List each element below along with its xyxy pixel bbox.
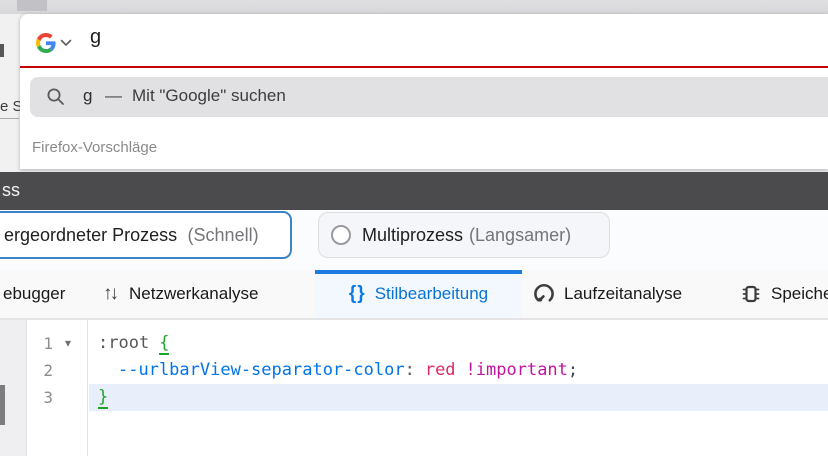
suggestion-dash: — (105, 86, 122, 106)
search-suggestion-row[interactable]: g — Mit "Google" suchen (30, 77, 828, 117)
scrollbar-thumb[interactable] (0, 385, 5, 425)
arrows-up-down-icon: ↑↓ (103, 283, 116, 305)
chevron-down-icon[interactable] (60, 39, 72, 47)
dialog-heading-text-fragment: ss (2, 180, 20, 201)
code-line-3-active[interactable]: } (89, 384, 828, 411)
tab-style-editor[interactable]: {} Stilbearbeitung (315, 270, 522, 318)
urlbar-typed-text[interactable]: g (90, 26, 101, 49)
option-parent-process-label: ergeordneter Prozess (4, 225, 177, 245)
open-brace: { (159, 333, 169, 355)
dialog-heading-bar: ss (0, 172, 828, 210)
line-number: 3 (27, 384, 53, 411)
tab-style-editor-label: Stilbearbeitung (375, 284, 488, 304)
style-editor-pane: 1 ▾ 2 3 :root { --urlbarView-separator-co… (0, 320, 828, 456)
gutter-row-3: 3 (27, 384, 87, 411)
gutter-row-1: 1 ▾ (27, 330, 87, 357)
window-top-edge (0, 0, 828, 14)
css-semicolon: ; (568, 360, 578, 380)
urlbar-dropdown-panel: g g — Mit "Google" suchen Firefox-Vorsch… (20, 14, 828, 169)
code-line-2[interactable]: --urlbarView-separator-color: red !importa… (89, 357, 828, 384)
clipped-page-underline (0, 118, 19, 119)
css-colon: : (405, 360, 415, 380)
fold-caret-icon[interactable]: ▾ (65, 330, 71, 357)
braces-icon: {} (349, 283, 366, 305)
line-number: 1 (27, 330, 53, 357)
tab-debugger[interactable]: ebugger (3, 270, 65, 318)
tab-network-label: Netzwerkanalyse (129, 284, 258, 304)
option-parent-process-hint: (Schnell) (188, 225, 259, 245)
css-value: red (425, 360, 456, 380)
clipped-glyph-mark (0, 44, 4, 57)
option-multiprocess-label: Multiprozess (362, 225, 463, 246)
option-multiprocess-hint: (Langsamer) (469, 225, 571, 246)
close-brace: } (98, 387, 108, 409)
devtools-tab-bar: ebugger ↑↓ Netzwerkanalyse {} Stilbearbe… (0, 270, 828, 320)
window-top-edge-shade (17, 0, 47, 11)
stylesheet-list-sliver (0, 320, 27, 456)
tab-performance[interactable]: Laufzeitanalyse (533, 270, 682, 318)
memory-chip-icon (740, 283, 762, 305)
css-selector: :root (98, 333, 149, 353)
option-multiprocess[interactable]: Multiprozess (Langsamer) (318, 212, 610, 258)
css-property: --urlbarView-separator-color (118, 360, 405, 380)
tab-performance-label: Laufzeitanalyse (564, 284, 682, 304)
tab-network[interactable]: ↑↓ Netzwerkanalyse (103, 270, 258, 318)
code-line-1[interactable]: :root { (89, 330, 828, 357)
google-search-engine-icon (36, 33, 56, 53)
suggestion-query-text: g (83, 86, 92, 106)
line-number-gutter: 1 ▾ 2 3 (27, 320, 88, 456)
urlbar-separator-line-red (20, 66, 828, 68)
underlying-page-sliver: e S (0, 14, 20, 172)
firefox-suggestions-heading: Firefox-Vorschläge (32, 139, 157, 156)
urlbar-input-row[interactable]: g (20, 14, 828, 66)
line-number: 2 (27, 357, 53, 384)
option-parent-process[interactable]: ergeordneter Prozess (Schnell) (0, 211, 292, 259)
process-options-section: ergeordneter Prozess (Schnell) Multiproz… (0, 210, 828, 270)
css-important-keyword: !important (466, 360, 568, 380)
gauge-icon (533, 283, 555, 305)
active-tab-indicator (315, 270, 522, 274)
tab-debugger-label: ebugger (3, 284, 65, 304)
clipped-page-text: e S (0, 98, 20, 115)
code-editor-area[interactable]: :root { --urlbarView-separator-color: red!… (89, 320, 828, 456)
search-icon (46, 87, 65, 106)
tab-memory-label: Speicher (771, 284, 828, 304)
suggestion-action-text: Mit "Google" suchen (132, 86, 286, 106)
tab-memory[interactable]: Speicher (740, 270, 828, 318)
radio-unchecked-icon[interactable] (331, 225, 351, 245)
gutter-row-2: 2 (27, 357, 87, 384)
